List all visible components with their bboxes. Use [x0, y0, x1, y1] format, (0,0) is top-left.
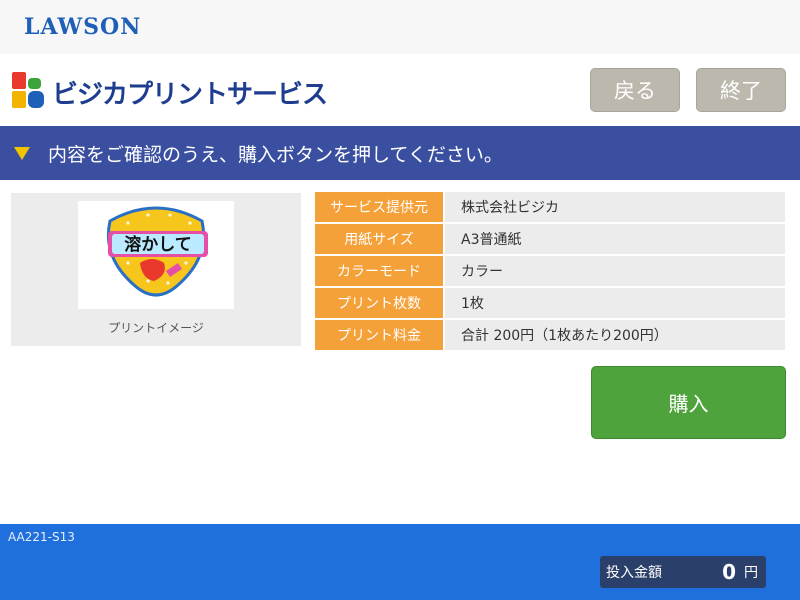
detail-value: カラー — [445, 256, 785, 286]
detail-row-print-fee: プリント料金 合計 200円（1枚あたり200円） — [315, 320, 785, 350]
deposit-amount-box: 投入金額 0 円 — [600, 556, 766, 588]
instruction-banner: 内容をご確認のうえ、購入ボタンを押してください。 — [0, 126, 800, 180]
detail-value: 株式会社ビジカ — [445, 192, 785, 222]
back-button[interactable]: 戻る — [590, 68, 680, 112]
buy-button[interactable]: 購入 — [591, 366, 786, 439]
detail-row-print-count: プリント枚数 1枚 — [315, 288, 785, 318]
bizica-b-icon — [12, 72, 44, 108]
detail-row-paper-size: 用紙サイズ A3普通紙 — [315, 224, 785, 254]
detail-value: 1枚 — [445, 288, 785, 318]
deposit-label: 投入金額 — [606, 565, 662, 581]
footer-bar: AA221-S13 投入金額 0 円 — [0, 524, 800, 600]
screen-id: AA221-S13 — [8, 530, 75, 544]
detail-value: A3普通紙 — [445, 224, 785, 254]
detail-value: 合計 200円（1枚あたり200円） — [445, 320, 785, 350]
detail-row-provider: サービス提供元 株式会社ビジカ — [315, 192, 785, 222]
print-preview-panel: 溶かして プリントイメージ — [11, 193, 301, 346]
instruction-text: 内容をご確認のうえ、購入ボタンを押してください。 — [48, 143, 503, 166]
print-preview-image: 溶かして — [78, 201, 234, 309]
service-title: ビジカプリントサービス — [52, 80, 328, 110]
detail-row-color-mode: カラーモード カラー — [315, 256, 785, 286]
order-details-table: サービス提供元 株式会社ビジカ 用紙サイズ A3普通紙 カラーモード カラー プ… — [315, 192, 785, 352]
deposit-unit: 円 — [744, 565, 758, 581]
detail-label: プリント枚数 — [315, 288, 443, 318]
lawson-logo: LAWSON — [24, 14, 142, 40]
end-button[interactable]: 終了 — [696, 68, 786, 112]
deposit-amount: 0 — [722, 560, 736, 584]
header: ビジカプリントサービス 戻る 終了 — [0, 54, 800, 126]
preview-image-text: 溶かして — [124, 234, 192, 255]
detail-label: 用紙サイズ — [315, 224, 443, 254]
top-bar: LAWSON — [0, 0, 800, 54]
triangle-down-icon — [14, 146, 30, 160]
detail-label: カラーモード — [315, 256, 443, 286]
detail-label: サービス提供元 — [315, 192, 443, 222]
detail-label: プリント料金 — [315, 320, 443, 350]
preview-caption: プリントイメージ — [108, 321, 204, 335]
